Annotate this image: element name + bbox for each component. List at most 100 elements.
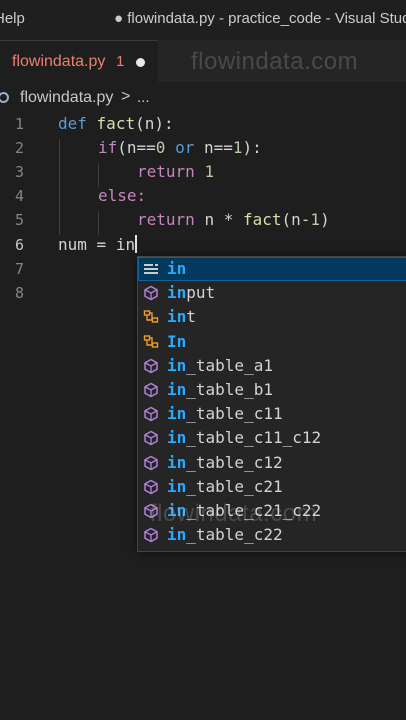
- tab-problem-count: 1: [116, 53, 125, 70]
- suggestion-match: in: [167, 283, 187, 303]
- code-line-1: def fact(n):: [58, 114, 174, 133]
- variable-cube-icon: [143, 382, 159, 398]
- watermark-top: flowindata.com: [191, 48, 359, 75]
- params: (n):: [135, 114, 174, 133]
- line-number: 3: [14, 163, 24, 181]
- line-number: 8: [14, 284, 24, 302]
- suggestion-match: In: [167, 331, 187, 351]
- line-number: 2: [14, 139, 24, 157]
- suggestion-rest: t: [186, 307, 196, 327]
- suggestion-item[interactable]: in_table_c11_c12: [138, 426, 406, 450]
- num-one: 1: [310, 210, 321, 229]
- kw-or: or: [175, 138, 195, 157]
- typed-text: in: [115, 235, 136, 254]
- suggestion-match: in: [167, 307, 187, 327]
- suggestion-match: in: [167, 452, 187, 472]
- var-num: num: [58, 235, 87, 254]
- kw-return: return: [137, 162, 195, 181]
- suggestion-match: in: [167, 355, 187, 375]
- suggestion-label: in: [167, 259, 186, 278]
- method-cube-icon: [143, 285, 159, 301]
- suggestion-item[interactable]: in_table_b1: [138, 378, 406, 402]
- indent-guide: [98, 211, 99, 235]
- suggestion-item[interactable]: in: [138, 257, 406, 281]
- suggestion-rest: _table_c22: [186, 525, 283, 545]
- suggestion-rest: _table_c11: [186, 404, 283, 424]
- line-number: 4: [14, 187, 24, 205]
- suggestion-match: in: [167, 525, 187, 545]
- breadcrumb: flowindata.py > ...: [0, 82, 406, 112]
- op-assign: =: [86, 235, 116, 254]
- call-close: ): [320, 210, 330, 229]
- variable-cube-icon: [143, 358, 159, 374]
- code-line-4: else:: [98, 186, 146, 205]
- code-line-6: num = in: [58, 235, 138, 254]
- suggestion-item[interactable]: input: [138, 281, 406, 305]
- tab-flowindata[interactable]: flowindata.py 1: [0, 40, 158, 82]
- suggestion-item[interactable]: in_table_c12: [138, 451, 406, 475]
- variable-cube-icon: [143, 479, 159, 495]
- breadcrumb-separator: >: [121, 88, 131, 105]
- unsaved-dot-icon[interactable]: [136, 58, 145, 67]
- code-line-2: if(n==0 or n==1):: [98, 138, 262, 157]
- indent-guide: [98, 163, 99, 187]
- class-icon: [143, 334, 159, 350]
- kw-return: return: [137, 210, 195, 229]
- suggestion-rest: _table_a1: [186, 355, 273, 375]
- suggestion-match: in: [167, 404, 187, 424]
- num-zero: 0: [155, 138, 166, 157]
- suggestion-label: int: [167, 307, 196, 326]
- suggestion-rest: _table_c11_c12: [186, 428, 322, 448]
- variable-cube-icon: [143, 527, 159, 543]
- text-cursor: [135, 235, 138, 253]
- suggestion-rest: _table_c12: [186, 452, 283, 472]
- suggestion-item[interactable]: int: [138, 305, 406, 329]
- cond-a: (n==: [117, 138, 156, 157]
- call-args: (n-: [281, 210, 311, 229]
- kw-else: else:: [98, 186, 147, 205]
- line-number: 6: [14, 236, 24, 254]
- suggestion-match: in: [167, 259, 187, 278]
- suggestion-rest: _table_b1: [186, 380, 273, 399]
- line-number: 7: [14, 260, 24, 278]
- suggestion-label: in_table_c22: [167, 525, 283, 544]
- cond-b: n==: [194, 138, 233, 157]
- suggestion-item[interactable]: in_table_c21: [138, 475, 406, 499]
- num-one: 1: [232, 138, 243, 157]
- op-mul: *: [214, 210, 243, 229]
- breadcrumb-file[interactable]: flowindata.py: [20, 89, 113, 107]
- code-line-3: return 1: [137, 162, 214, 181]
- suggestion-label: in_table_b1: [167, 380, 273, 399]
- kw-if: if: [98, 138, 118, 157]
- variable-cube-icon: [143, 455, 159, 471]
- line-number: 1: [14, 115, 24, 133]
- fn-call: fact: [242, 210, 282, 229]
- title-bar: Help ● flowindata.py - practice_code - V…: [0, 0, 406, 40]
- variable-cube-icon: [143, 430, 159, 446]
- suggestion-match: in: [167, 380, 187, 399]
- indent-guide: [59, 139, 60, 235]
- suggestion-item[interactable]: in_table_a1: [138, 354, 406, 378]
- cond-close: ):: [242, 138, 262, 157]
- suggestion-rest: _table_c21: [186, 476, 283, 496]
- suggestion-label: input: [167, 283, 215, 302]
- suggestion-label: in_table_c21: [167, 477, 283, 496]
- suggestion-label: in_table_c11_c12: [167, 428, 321, 447]
- kw-def: def: [58, 114, 87, 133]
- suggestion-rest: put: [186, 283, 216, 303]
- breadcrumb-more[interactable]: ...: [137, 89, 150, 106]
- menu-help[interactable]: Help: [0, 10, 25, 27]
- fn-name: fact: [96, 114, 136, 133]
- class-icon: [143, 309, 159, 325]
- watermark-bottom: flowindata.com: [150, 500, 318, 527]
- suggestion-item[interactable]: in_table_c11: [138, 402, 406, 426]
- suggestion-label: in_table_a1: [167, 356, 273, 375]
- tab-filename: flowindata.py: [12, 53, 106, 70]
- var-n: n: [204, 210, 215, 229]
- suggestion-match: in: [167, 476, 187, 496]
- suggestion-label: in_table_c11: [167, 404, 283, 423]
- suggestion-item[interactable]: In: [138, 330, 406, 354]
- suggestion-label: in_table_c12: [167, 453, 283, 472]
- variable-cube-icon: [143, 406, 159, 422]
- line-number: 5: [14, 211, 24, 229]
